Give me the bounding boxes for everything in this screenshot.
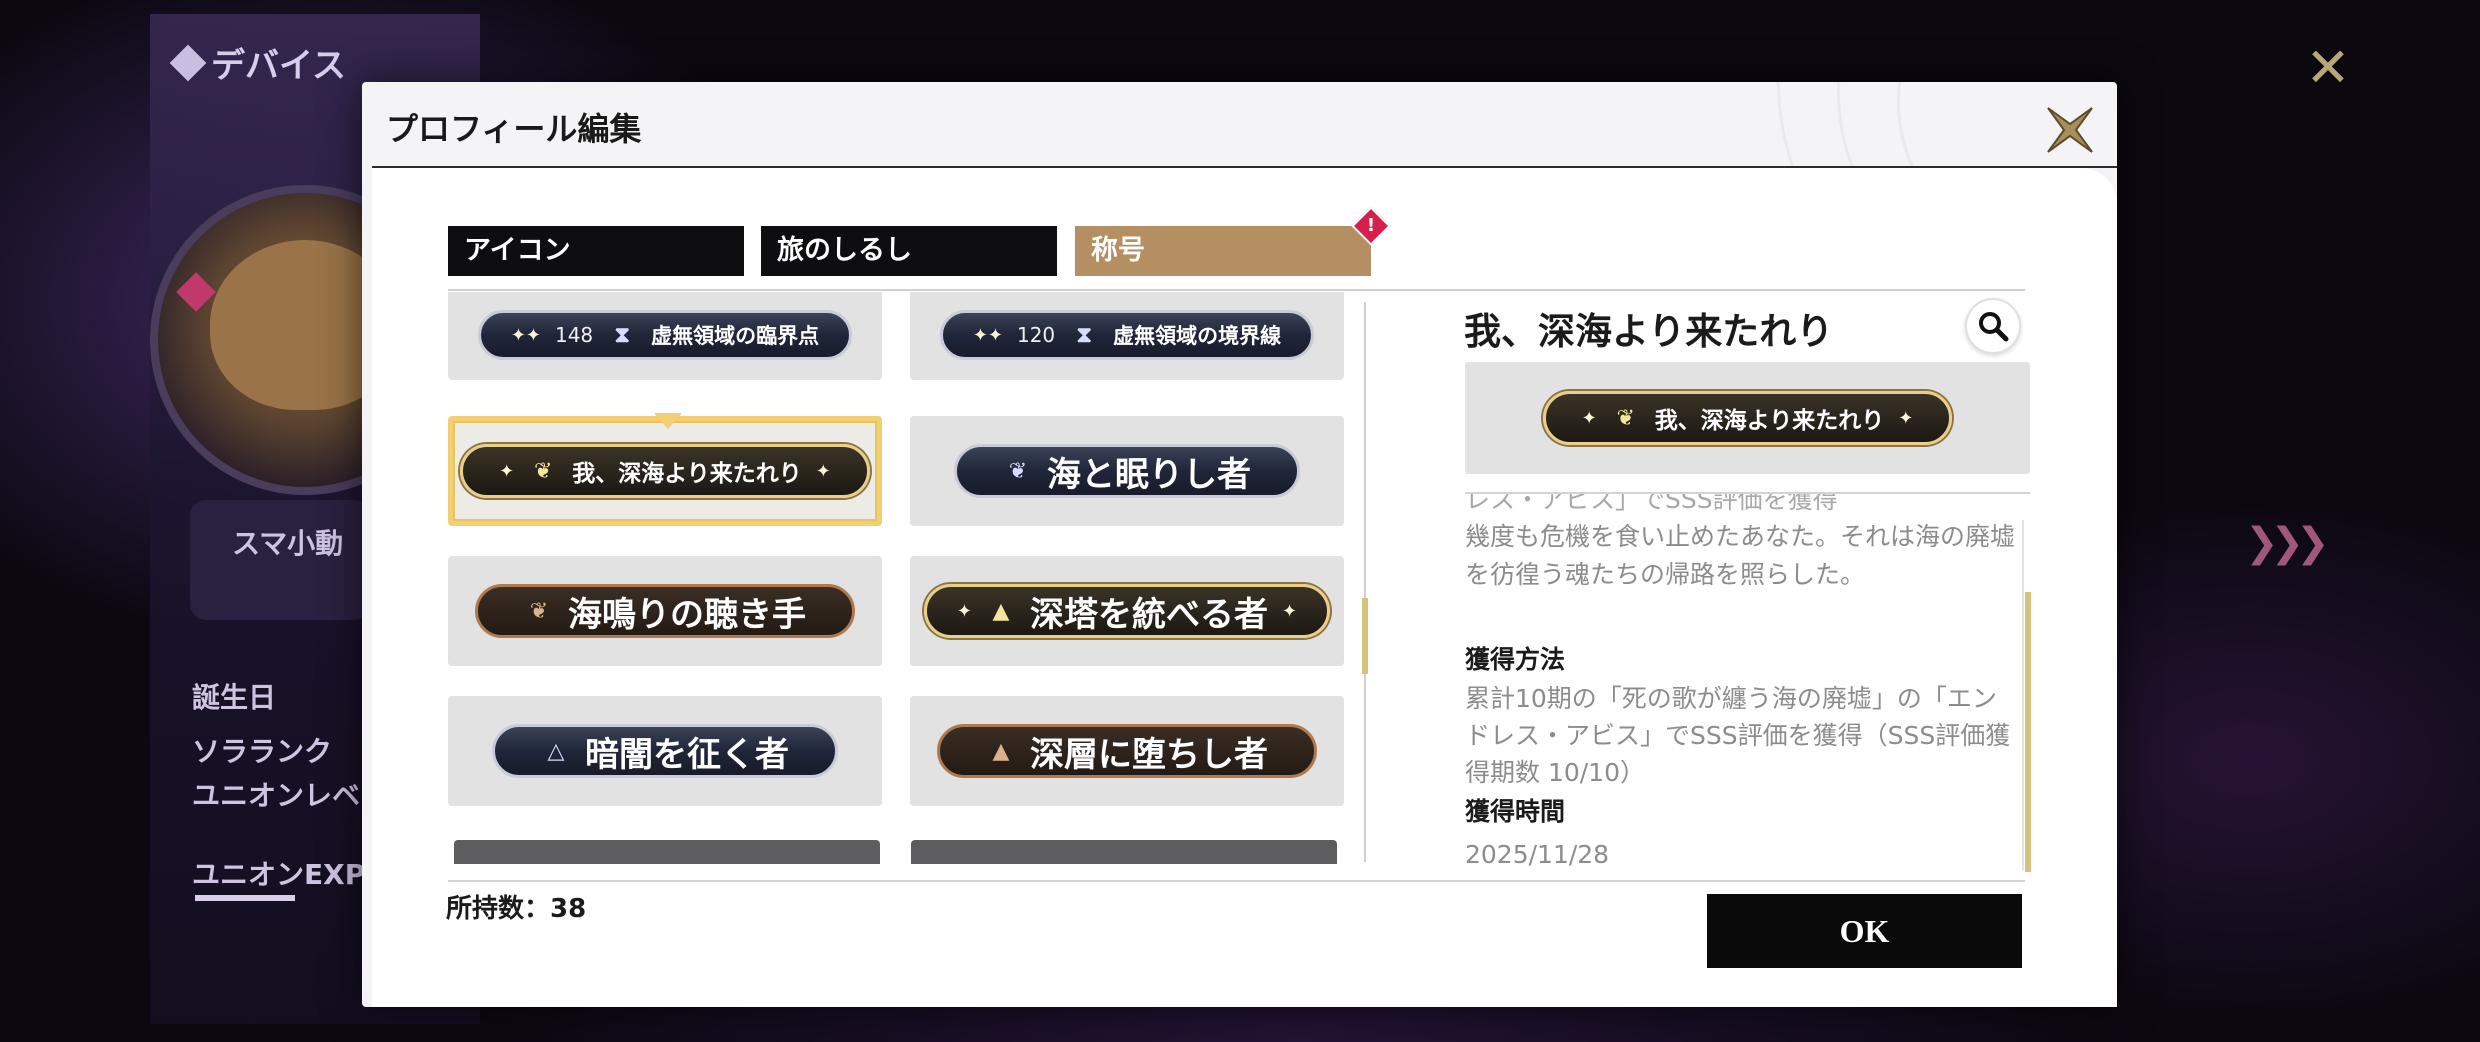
dragon-icon: ❦: [1008, 458, 1028, 484]
hourglass-icon: ⧗: [614, 322, 630, 348]
title-item[interactable]: ❦ 海と眠りし者: [910, 416, 1344, 526]
detail-scroll-area[interactable]: レス・アビス」でSSS評価を獲得 幾度も危機を食い止めたあなた。それは海の廃墟を…: [1465, 494, 2030, 874]
modal-title: プロフィール編集: [386, 110, 642, 148]
background-close-icon[interactable]: ✕: [2300, 40, 2356, 96]
sparkle-icon: ✦: [1282, 600, 1298, 622]
title-label: 深層に堕ちし者: [1030, 734, 1268, 775]
title-label: 暗闇を征く者: [585, 734, 789, 775]
title-badge: ❦ 海鳴りの聴き手: [475, 584, 855, 638]
detail-cut-text: レス・アビス」でSSS評価を獲得: [1465, 494, 1838, 514]
search-button[interactable]: [1965, 298, 2021, 354]
title-item[interactable]: ✦✦ 120 ⧗ 虚無領域の境界線: [910, 292, 1344, 380]
search-icon: [1979, 312, 2009, 342]
detail-description: 幾度も危機を食い止めたあなた。それは海の廃墟を彷徨う魂たちの帰路を照らした。: [1465, 522, 2016, 589]
background-underline: [195, 895, 295, 901]
tab-icon-label: アイコン: [464, 235, 571, 266]
title-badge: ▲ 深層に堕ちし者: [937, 724, 1317, 778]
sparkle-icon: ✦: [1581, 407, 1597, 429]
tab-travel-mark[interactable]: 旅のしるし: [761, 226, 1057, 276]
title-label: 虚無領域の境界線: [1113, 324, 1282, 348]
title-item[interactable]: ❦ 海鳴りの聴き手: [448, 556, 882, 666]
detail-scrollbar-thumb[interactable]: [2025, 592, 2031, 872]
title-item[interactable]: ▲ 深層に堕ちし者: [910, 696, 1344, 806]
title-badge: ✦ ❦ 我、深海より来たれり ✦: [1542, 391, 1953, 445]
triangle-icon: ▲: [992, 738, 1010, 764]
acquisition-time-heading: 獲得時間: [1465, 797, 1566, 826]
background-section-title: デバイス: [169, 38, 346, 87]
background-label-2: ソラランク: [192, 735, 333, 768]
tab-travel-mark-label: 旅のしるし: [777, 235, 912, 266]
title-list[interactable]: ✦✦ 148 ⧗ 虚無領域の臨界点 ✦✦ 120 ⧗ 虚無領域の境界線 ✦ ❦ …: [448, 292, 1368, 862]
detail-badge-preview: ✦ ❦ 我、深海より来たれり ✦: [1465, 362, 2030, 474]
ok-button[interactable]: OK: [1707, 894, 2022, 968]
sparkle-icon: ✦: [956, 600, 972, 622]
dragon-icon: ❦: [1616, 405, 1635, 431]
triangle-icon: △: [547, 738, 565, 764]
title-label: 我、深海より来たれり: [572, 461, 802, 487]
section-diamond-icon: [169, 44, 207, 81]
title-number: 148: [554, 323, 594, 347]
title-item-selected[interactable]: ✦ ❦ 我、深海より来たれり ✦: [448, 413, 882, 526]
selection-marker-icon: [654, 413, 682, 429]
tab-title[interactable]: 称号 !: [1075, 206, 1391, 276]
title-badge: △ 暗闇を征く者: [492, 724, 838, 778]
background-label-4: ユニオンEXP: [192, 858, 366, 891]
background-label-1: 誕生日: [192, 681, 277, 714]
title-item-peek[interactable]: [454, 840, 880, 864]
acquisition-method-heading: 獲得方法: [1465, 645, 1566, 674]
title-item[interactable]: △ 暗闇を征く者: [448, 696, 882, 806]
detail-title: 我、深海より来たれり: [1464, 310, 1834, 353]
dragon-icon: ❦: [534, 458, 553, 484]
title-badge: ✦ ❦ 我、深海より来たれり ✦: [460, 444, 870, 498]
background-label-3: ユニオンレベ: [192, 779, 361, 812]
detail-badge-label: 我、深海より来たれり: [1654, 408, 1885, 434]
sparkle-icon: ✦: [815, 460, 831, 482]
title-item-peek[interactable]: [911, 840, 1337, 864]
detail-scrollbar-track[interactable]: [2022, 520, 2024, 870]
title-label: 海と眠りし者: [1047, 454, 1251, 495]
title-label: 深塔を統べる者: [1030, 594, 1268, 635]
title-badge: ✦✦ 120 ⧗ 虚無領域の境界線: [939, 310, 1315, 360]
sparkle-icon: ✦✦: [510, 324, 541, 346]
background-section-label: デバイス: [211, 46, 346, 86]
title-label: 虚無領域の臨界点: [651, 324, 820, 348]
title-item[interactable]: ✦✦ 148 ⧗ 虚無領域の臨界点: [448, 292, 882, 380]
background-arrows-icon: ❯❯❯: [2245, 520, 2329, 566]
close-icon: [2047, 107, 2093, 153]
title-badge: ❦ 海と眠りし者: [954, 444, 1300, 498]
list-scrollbar-track[interactable]: [1364, 302, 1366, 862]
tab-icon[interactable]: アイコン: [448, 226, 744, 276]
tab-title-label: 称号: [1091, 235, 1145, 266]
owned-count: 所持数：38: [446, 894, 587, 924]
sparkle-icon: ✦✦: [972, 324, 1003, 346]
list-scrollbar-thumb[interactable]: [1362, 598, 1368, 674]
sparkle-icon: ✦: [1898, 407, 1914, 429]
title-divider: [372, 166, 2117, 168]
title-badge: ✦✦ 148 ⧗ 虚無領域の臨界点: [477, 310, 853, 360]
background-label-0: スマ小動: [232, 527, 344, 560]
close-button[interactable]: [2042, 102, 2098, 158]
tabs-divider: [448, 289, 2025, 291]
dragon-icon: ❦: [529, 598, 549, 624]
triangle-icon: ▲: [992, 598, 1010, 624]
footer-divider: [448, 880, 2025, 882]
title-number: 120: [1016, 323, 1056, 347]
acquisition-time-value: 2025/11/28: [1465, 840, 1610, 869]
hourglass-icon: ⧗: [1076, 322, 1092, 348]
title-item[interactable]: ✦ ▲ 深塔を統べる者 ✦: [910, 556, 1344, 666]
acquisition-method-text: 累計10期の「死の歌が纏う海の廃墟」の「エンドレス・アビス」でSSS評価を獲得（…: [1465, 684, 2011, 787]
title-badge: ✦ ▲ 深塔を統べる者 ✦: [923, 584, 1331, 638]
sparkle-icon: ✦: [499, 460, 515, 482]
title-label: 海鳴りの聴き手: [568, 594, 806, 635]
